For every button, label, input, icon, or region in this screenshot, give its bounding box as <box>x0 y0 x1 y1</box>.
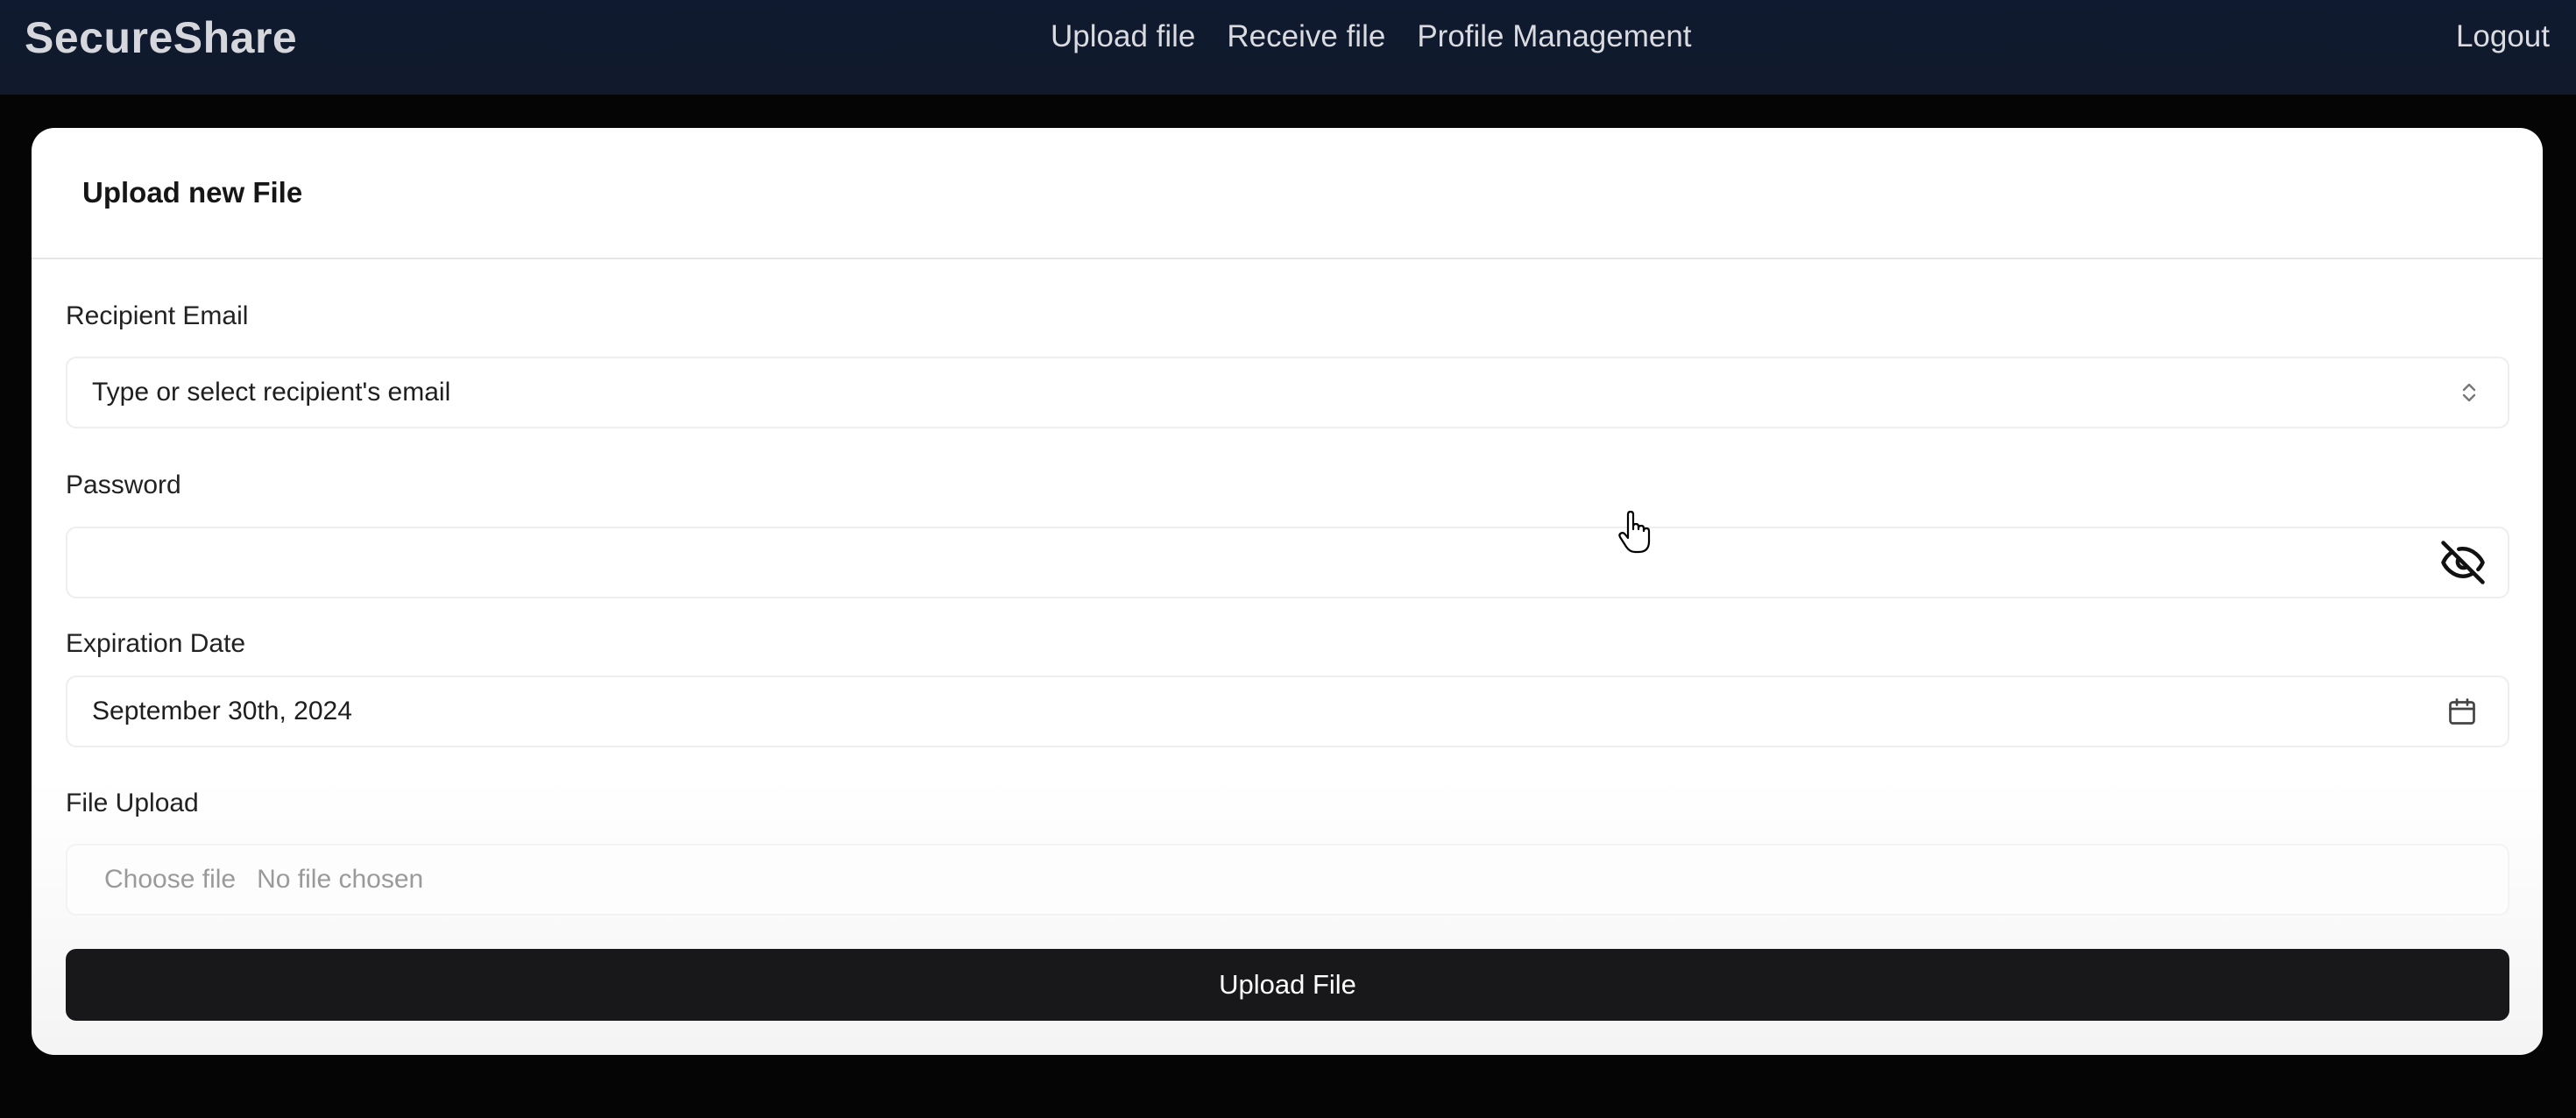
upload-card: Upload new File Recipient Email Type or … <box>32 128 2543 1055</box>
recipient-email-label: Recipient Email <box>66 301 249 330</box>
eye-off-icon[interactable] <box>2439 539 2487 586</box>
recipient-email-combobox[interactable]: Type or select recipient's email <box>66 357 2509 428</box>
password-field[interactable] <box>66 527 2509 598</box>
logout-link[interactable]: Logout <box>2456 19 2550 54</box>
password-label: Password <box>66 471 181 499</box>
expiration-date-value: September 30th, 2024 <box>92 697 352 725</box>
file-upload-input[interactable]: Choose file No file chosen <box>66 844 2509 916</box>
expiration-date-label: Expiration Date <box>66 629 246 658</box>
card-title: Upload new File <box>82 176 303 209</box>
file-status-text: No file chosen <box>257 865 424 894</box>
chevron-up-down-icon <box>2460 380 2478 405</box>
recipient-email-placeholder: Type or select recipient's email <box>92 378 451 407</box>
nav-receive-file[interactable]: Receive file <box>1227 19 1385 54</box>
main-nav: Upload file Receive file Profile Managem… <box>1051 19 1692 54</box>
choose-file-button[interactable]: Choose file <box>104 865 236 895</box>
brand-logo[interactable]: SecureShare <box>25 12 297 63</box>
expiration-date-picker[interactable]: September 30th, 2024 <box>66 676 2509 747</box>
nav-upload-file[interactable]: Upload file <box>1051 19 1195 54</box>
calendar-icon[interactable] <box>2446 696 2478 727</box>
hand-pointer-cursor-icon <box>1617 510 1652 560</box>
nav-profile-management[interactable]: Profile Management <box>1417 19 1691 54</box>
card-header: Upload new File <box>32 128 2543 259</box>
upload-file-button[interactable]: Upload File <box>66 949 2509 1021</box>
top-navbar: SecureShare Upload file Receive file Pro… <box>0 0 2576 95</box>
file-upload-label: File Upload <box>66 789 199 817</box>
